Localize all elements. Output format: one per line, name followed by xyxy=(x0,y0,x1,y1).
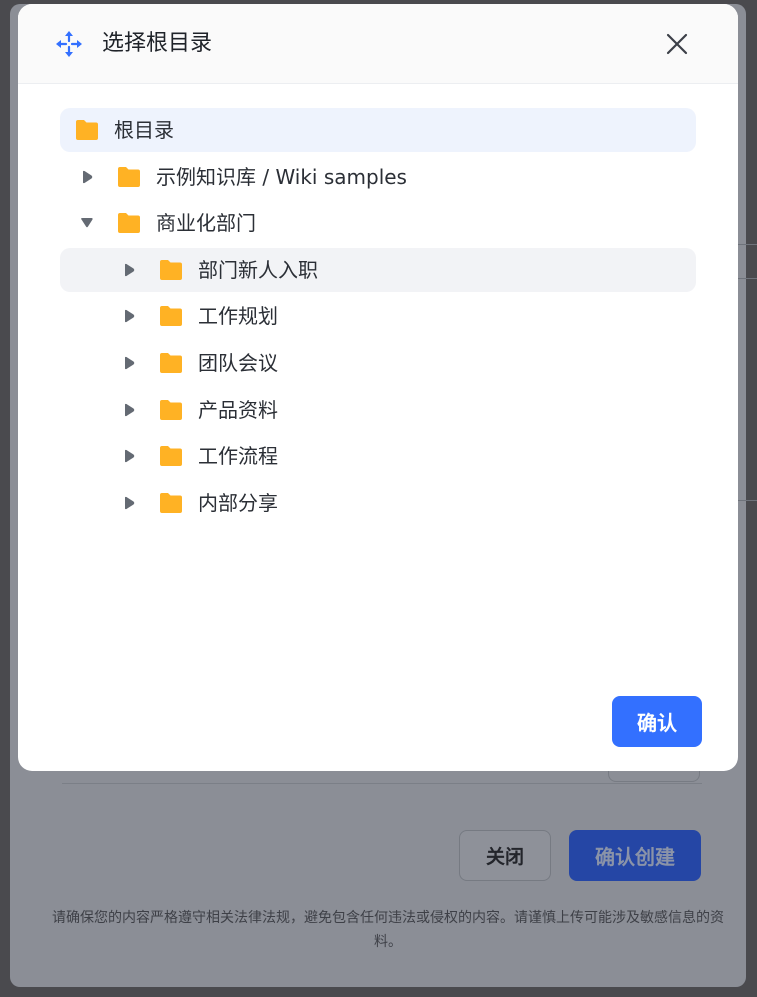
caret-right-icon[interactable] xyxy=(122,356,136,370)
modal-title: 选择根目录 xyxy=(102,31,213,56)
modal-header: 选择根目录 xyxy=(18,4,738,84)
folder-icon xyxy=(76,120,98,140)
tree-item[interactable]: 工作流程 xyxy=(60,434,696,478)
folder-icon xyxy=(160,399,182,420)
tree-item[interactable]: 示例知识库 / Wiki samples xyxy=(60,155,696,199)
caret-right-icon[interactable] xyxy=(122,309,136,323)
tree-item-label: 部门新人入职 xyxy=(198,257,318,282)
tree-item[interactable]: 商业化部门 xyxy=(60,201,696,245)
caret-right-icon[interactable] xyxy=(122,263,136,277)
move-arrows-icon[interactable] xyxy=(55,30,83,58)
tree-item[interactable]: 内部分享 xyxy=(60,481,696,525)
tree-item-label: 根目录 xyxy=(114,118,174,142)
caret-down-icon[interactable] xyxy=(80,216,94,230)
tree-item[interactable]: 部门新人入职 xyxy=(60,247,696,292)
folder-icon xyxy=(118,166,140,187)
folder-icon xyxy=(160,492,182,513)
select-root-directory-modal: 选择根目录 根目录示例知识库 / Wiki samples 商业化部门部门新人入职… xyxy=(18,4,738,771)
tree-item[interactable]: 根目录 xyxy=(60,108,696,152)
tree-item[interactable]: 工作规划 xyxy=(60,294,696,338)
background-confirm-create-button: 确认创建 xyxy=(569,830,701,881)
tree-item[interactable]: 团队会议 xyxy=(60,341,696,385)
tree-item-label: 内部分享 xyxy=(198,490,278,515)
background-right-edge xyxy=(738,0,757,997)
folder-icon xyxy=(118,213,140,234)
close-icon[interactable] xyxy=(664,31,690,57)
tree-item-label: 示例知识库 / Wiki samples xyxy=(156,164,407,189)
tree-item-label: 工作规划 xyxy=(198,304,278,329)
caret-right-icon[interactable] xyxy=(122,403,136,417)
directory-tree: 根目录示例知识库 / Wiki samples 商业化部门部门新人入职 工作规划团队… xyxy=(60,108,696,527)
tree-item-label: 工作流程 xyxy=(198,444,278,469)
background-close-button: 关闭 xyxy=(459,830,551,881)
caret-right-icon[interactable] xyxy=(122,449,136,463)
caret-right-icon[interactable] xyxy=(80,170,94,184)
folder-icon xyxy=(160,306,182,327)
tree-item-label: 产品资料 xyxy=(198,397,278,422)
tree-item[interactable]: 产品资料 xyxy=(60,388,696,432)
background-notice-text: 请确保您的内容严格遵守相关法律法规，避免包含任何违法或侵权的内容。请谨慎上传可能… xyxy=(52,910,724,950)
caret-right-icon[interactable] xyxy=(122,496,136,510)
folder-icon xyxy=(160,259,182,280)
tree-item-label: 商业化部门 xyxy=(156,211,256,236)
folder-icon xyxy=(160,352,182,373)
folder-icon xyxy=(160,446,182,467)
tree-item-label: 团队会议 xyxy=(198,350,278,375)
confirm-button[interactable]: 确认 xyxy=(612,696,702,747)
